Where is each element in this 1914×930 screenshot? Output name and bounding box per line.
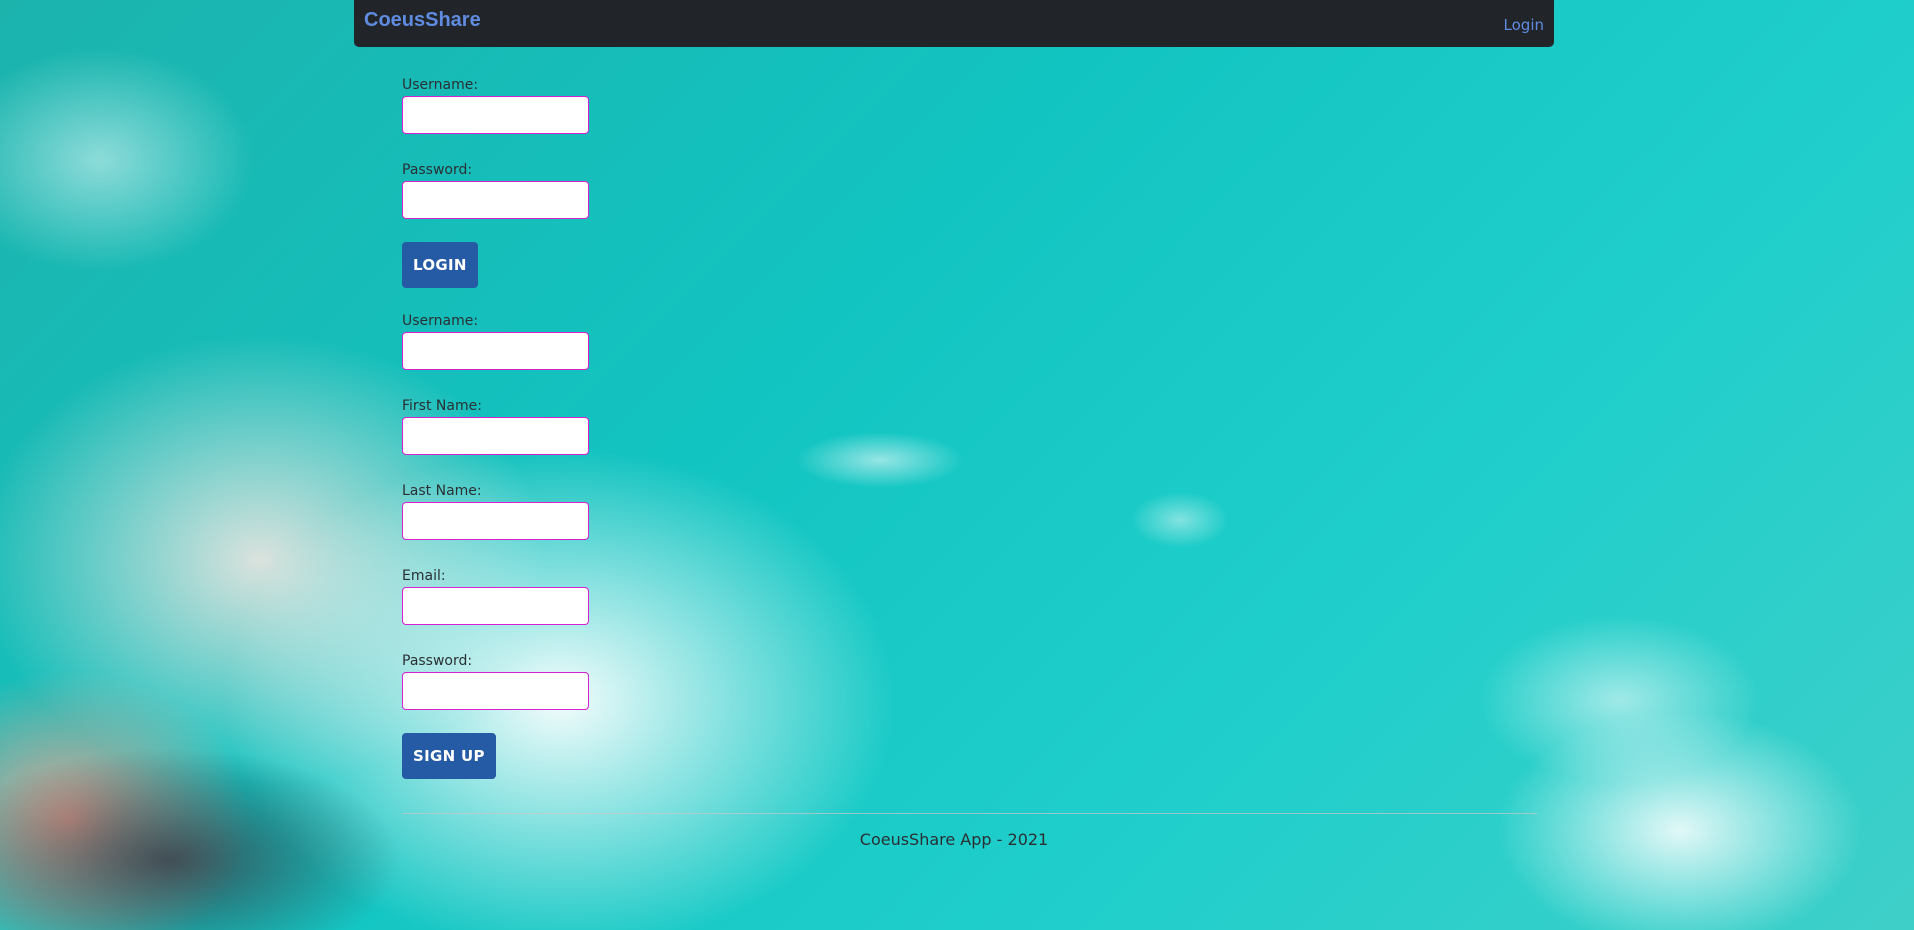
footer-text: CoeusShare App - 2021 (859, 830, 1049, 849)
footer-divider (402, 813, 1537, 814)
signup-form: Username: First Name: Last Name: Email: … (402, 312, 589, 779)
top-navbar: CoeusShare Login (354, 0, 1554, 47)
login-password-label: Password: (402, 162, 473, 178)
signup-last-name-input[interactable] (402, 502, 589, 540)
login-username-input[interactable] (402, 96, 589, 134)
signup-password-input[interactable] (402, 672, 589, 710)
signup-username-label: Username: (402, 313, 479, 329)
login-form: Username: Password: LOGIN (402, 76, 589, 288)
signup-email-input[interactable] (402, 587, 589, 625)
login-password-input[interactable] (402, 181, 589, 219)
signup-last-name-label: Last Name: (402, 483, 482, 499)
login-button[interactable]: LOGIN (402, 242, 478, 288)
main-content: Username: Password: LOGIN Username: Firs… (402, 76, 589, 779)
signup-username-input[interactable] (402, 332, 589, 370)
signup-first-name-input[interactable] (402, 417, 589, 455)
signup-first-name-label: First Name: (402, 398, 482, 414)
nav-login-link[interactable]: Login (1504, 16, 1544, 34)
brand-logo[interactable]: CoeusShare (364, 9, 481, 32)
signup-button[interactable]: SIGN UP (402, 733, 496, 779)
sky-cloud-background (0, 0, 1914, 930)
login-username-label: Username: (402, 77, 479, 93)
signup-password-label: Password: (402, 653, 473, 669)
signup-email-label: Email: (402, 568, 446, 584)
